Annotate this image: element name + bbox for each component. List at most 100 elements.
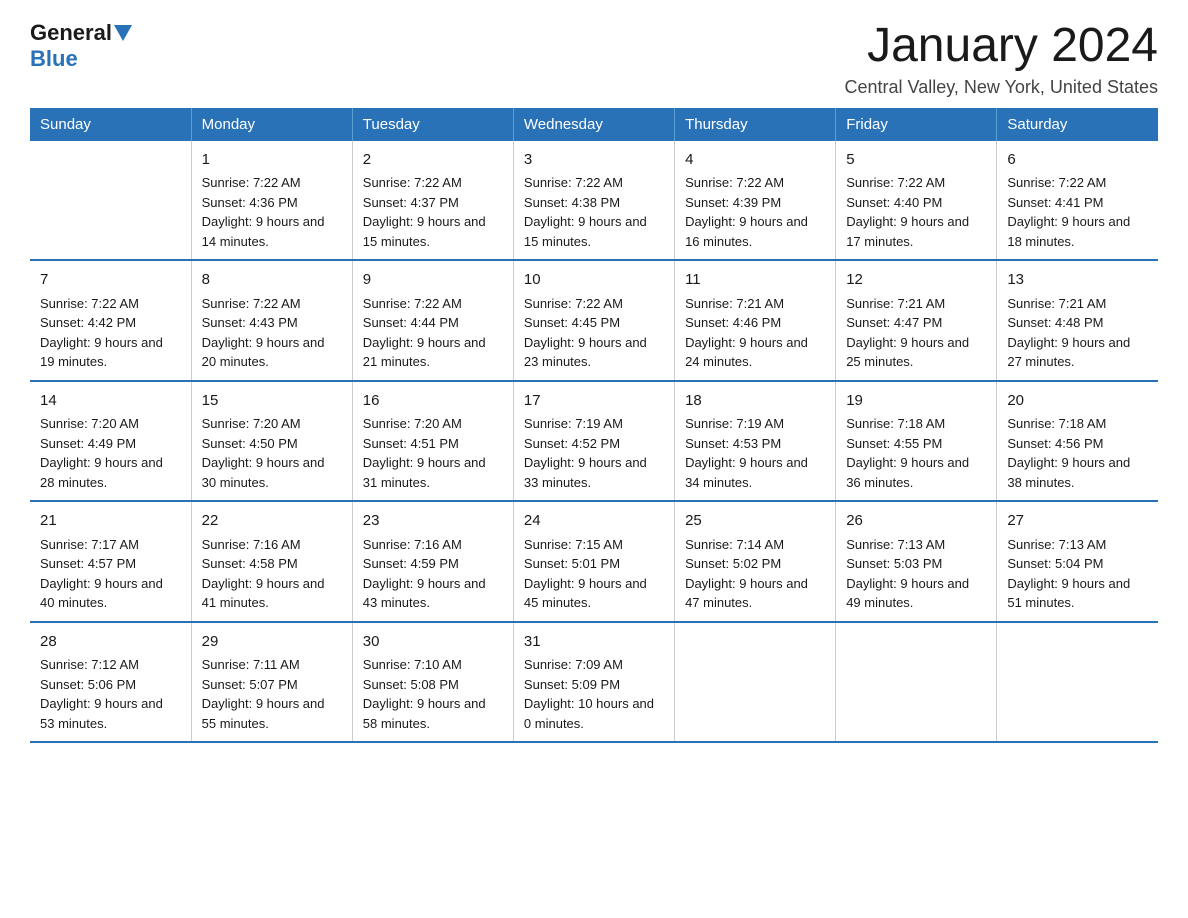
sunrise-text: Sunrise: 7:22 AM [524, 296, 623, 311]
day-number: 29 [202, 631, 342, 654]
sunset-text: Sunset: 5:07 PM [202, 677, 298, 692]
calendar-week-row: 7Sunrise: 7:22 AMSunset: 4:42 PMDaylight… [30, 260, 1158, 381]
day-number: 10 [524, 269, 664, 292]
day-number: 14 [40, 390, 181, 413]
daylight-text: Daylight: 9 hours and 17 minutes. [846, 214, 969, 249]
sunrise-text: Sunrise: 7:22 AM [202, 296, 301, 311]
calendar-cell: 24Sunrise: 7:15 AMSunset: 5:01 PMDayligh… [513, 501, 674, 622]
day-number: 12 [846, 269, 986, 292]
daylight-text: Daylight: 9 hours and 16 minutes. [685, 214, 808, 249]
sunset-text: Sunset: 5:08 PM [363, 677, 459, 692]
logo-blue: Blue [30, 46, 78, 71]
header-thursday: Thursday [675, 108, 836, 141]
daylight-text: Daylight: 9 hours and 47 minutes. [685, 576, 808, 611]
calendar-cell: 25Sunrise: 7:14 AMSunset: 5:02 PMDayligh… [675, 501, 836, 622]
day-number: 6 [1007, 149, 1148, 172]
logo: General Blue [30, 20, 134, 72]
calendar-header-row: SundayMondayTuesdayWednesdayThursdayFrid… [30, 108, 1158, 141]
day-number: 17 [524, 390, 664, 413]
daylight-text: Daylight: 9 hours and 45 minutes. [524, 576, 647, 611]
daylight-text: Daylight: 9 hours and 19 minutes. [40, 335, 163, 370]
sunset-text: Sunset: 5:09 PM [524, 677, 620, 692]
calendar-cell: 27Sunrise: 7:13 AMSunset: 5:04 PMDayligh… [997, 501, 1158, 622]
day-number: 16 [363, 390, 503, 413]
header-tuesday: Tuesday [352, 108, 513, 141]
day-number: 2 [363, 149, 503, 172]
sunrise-text: Sunrise: 7:16 AM [202, 537, 301, 552]
sunset-text: Sunset: 4:50 PM [202, 436, 298, 451]
daylight-text: Daylight: 9 hours and 58 minutes. [363, 696, 486, 731]
daylight-text: Daylight: 9 hours and 18 minutes. [1007, 214, 1130, 249]
daylight-text: Daylight: 10 hours and 0 minutes. [524, 696, 654, 731]
calendar-cell: 7Sunrise: 7:22 AMSunset: 4:42 PMDaylight… [30, 260, 191, 381]
daylight-text: Daylight: 9 hours and 23 minutes. [524, 335, 647, 370]
sunset-text: Sunset: 4:48 PM [1007, 315, 1103, 330]
calendar-cell: 1Sunrise: 7:22 AMSunset: 4:36 PMDaylight… [191, 141, 352, 261]
day-number: 20 [1007, 390, 1148, 413]
sunset-text: Sunset: 4:37 PM [363, 195, 459, 210]
calendar-cell: 11Sunrise: 7:21 AMSunset: 4:46 PMDayligh… [675, 260, 836, 381]
sunrise-text: Sunrise: 7:16 AM [363, 537, 462, 552]
sunrise-text: Sunrise: 7:12 AM [40, 657, 139, 672]
daylight-text: Daylight: 9 hours and 15 minutes. [524, 214, 647, 249]
sunrise-text: Sunrise: 7:20 AM [202, 416, 301, 431]
calendar-cell: 5Sunrise: 7:22 AMSunset: 4:40 PMDaylight… [836, 141, 997, 261]
daylight-text: Daylight: 9 hours and 30 minutes. [202, 455, 325, 490]
daylight-text: Daylight: 9 hours and 34 minutes. [685, 455, 808, 490]
sunrise-text: Sunrise: 7:09 AM [524, 657, 623, 672]
location-text: Central Valley, New York, United States [845, 77, 1159, 98]
sunrise-text: Sunrise: 7:13 AM [1007, 537, 1106, 552]
day-number: 31 [524, 631, 664, 654]
calendar-cell [675, 622, 836, 743]
sunrise-text: Sunrise: 7:20 AM [40, 416, 139, 431]
sunset-text: Sunset: 4:59 PM [363, 556, 459, 571]
sunset-text: Sunset: 4:45 PM [524, 315, 620, 330]
sunset-text: Sunset: 5:02 PM [685, 556, 781, 571]
header-friday: Friday [836, 108, 997, 141]
daylight-text: Daylight: 9 hours and 21 minutes. [363, 335, 486, 370]
sunrise-text: Sunrise: 7:22 AM [363, 296, 462, 311]
daylight-text: Daylight: 9 hours and 38 minutes. [1007, 455, 1130, 490]
day-number: 25 [685, 510, 825, 533]
sunrise-text: Sunrise: 7:13 AM [846, 537, 945, 552]
calendar-cell: 22Sunrise: 7:16 AMSunset: 4:58 PMDayligh… [191, 501, 352, 622]
daylight-text: Daylight: 9 hours and 43 minutes. [363, 576, 486, 611]
calendar-cell: 18Sunrise: 7:19 AMSunset: 4:53 PMDayligh… [675, 381, 836, 502]
sunrise-text: Sunrise: 7:19 AM [524, 416, 623, 431]
sunset-text: Sunset: 5:04 PM [1007, 556, 1103, 571]
day-number: 30 [363, 631, 503, 654]
sunrise-text: Sunrise: 7:22 AM [202, 175, 301, 190]
daylight-text: Daylight: 9 hours and 27 minutes. [1007, 335, 1130, 370]
sunrise-text: Sunrise: 7:18 AM [846, 416, 945, 431]
day-number: 1 [202, 149, 342, 172]
sunset-text: Sunset: 4:55 PM [846, 436, 942, 451]
header-monday: Monday [191, 108, 352, 141]
calendar-cell: 26Sunrise: 7:13 AMSunset: 5:03 PMDayligh… [836, 501, 997, 622]
day-number: 13 [1007, 269, 1148, 292]
day-number: 23 [363, 510, 503, 533]
day-number: 26 [846, 510, 986, 533]
sunset-text: Sunset: 4:41 PM [1007, 195, 1103, 210]
daylight-text: Daylight: 9 hours and 28 minutes. [40, 455, 163, 490]
calendar-cell [30, 141, 191, 261]
page-header: General Blue January 2024 Central Valley… [30, 20, 1158, 98]
sunrise-text: Sunrise: 7:21 AM [846, 296, 945, 311]
sunset-text: Sunset: 4:40 PM [846, 195, 942, 210]
sunrise-text: Sunrise: 7:19 AM [685, 416, 784, 431]
calendar-cell: 12Sunrise: 7:21 AMSunset: 4:47 PMDayligh… [836, 260, 997, 381]
sunset-text: Sunset: 5:06 PM [40, 677, 136, 692]
sunset-text: Sunset: 4:57 PM [40, 556, 136, 571]
sunrise-text: Sunrise: 7:17 AM [40, 537, 139, 552]
daylight-text: Daylight: 9 hours and 40 minutes. [40, 576, 163, 611]
calendar-cell: 19Sunrise: 7:18 AMSunset: 4:55 PMDayligh… [836, 381, 997, 502]
day-number: 9 [363, 269, 503, 292]
calendar-cell: 2Sunrise: 7:22 AMSunset: 4:37 PMDaylight… [352, 141, 513, 261]
calendar-cell: 8Sunrise: 7:22 AMSunset: 4:43 PMDaylight… [191, 260, 352, 381]
day-number: 21 [40, 510, 181, 533]
sunset-text: Sunset: 5:01 PM [524, 556, 620, 571]
day-number: 28 [40, 631, 181, 654]
sunset-text: Sunset: 4:36 PM [202, 195, 298, 210]
sunset-text: Sunset: 4:51 PM [363, 436, 459, 451]
daylight-text: Daylight: 9 hours and 24 minutes. [685, 335, 808, 370]
calendar-cell [997, 622, 1158, 743]
